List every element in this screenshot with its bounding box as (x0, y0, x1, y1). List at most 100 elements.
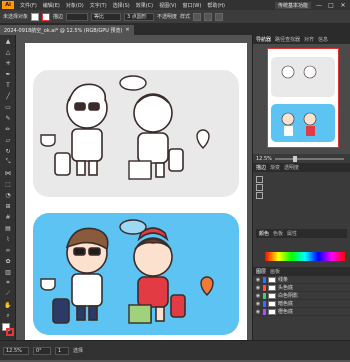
layer-row[interactable]: ◉ 头色底 (253, 284, 350, 292)
mesh-tool-icon[interactable]: # (2, 212, 14, 222)
layer-name[interactable]: 头色底 (278, 284, 293, 291)
preferences-icon[interactable] (204, 12, 213, 21)
stroke-weight-dropdown[interactable] (66, 12, 89, 21)
eraser-tool-icon[interactable]: ▱ (2, 135, 14, 145)
menu-edit[interactable]: 编辑(E) (40, 2, 63, 9)
layer-color-chip (263, 292, 266, 299)
visibility-eye-icon[interactable]: ◉ (255, 309, 261, 315)
slice-tool-icon[interactable]: ⟋ (2, 289, 14, 299)
navigator-preview (271, 57, 335, 142)
tab-navigator[interactable]: 导航器 (256, 36, 271, 43)
visibility-eye-icon[interactable]: ◉ (255, 301, 261, 307)
style-label[interactable]: 样式 (180, 13, 190, 20)
layer-name[interactable]: 白色阴影 (278, 292, 298, 299)
stroke-label: 描边 (53, 14, 64, 20)
layer-name[interactable]: 暗色底 (278, 300, 293, 307)
rotate-tool-icon[interactable]: ↻ (2, 146, 14, 156)
tab-align[interactable]: 对齐 (304, 36, 314, 43)
menu-view[interactable]: 视图(V) (156, 2, 179, 9)
status-page[interactable]: 1 (55, 346, 69, 355)
opacity-label[interactable]: 不透明度 (157, 13, 177, 20)
graph-tool-icon[interactable]: ▥ (2, 267, 14, 277)
artboard-tool-icon[interactable]: ⌗ (2, 278, 14, 288)
attr-checkbox[interactable] (256, 183, 263, 191)
pencil-tool-icon[interactable]: ✏ (2, 124, 14, 134)
brush-definition[interactable]: 3 点圆形 (124, 12, 155, 21)
rectangle-tool-icon[interactable]: ▭ (2, 102, 14, 112)
eyedropper-tool-icon[interactable]: ⌇ (2, 234, 14, 244)
tab-transparency[interactable]: 透明度 (284, 164, 299, 171)
canvas-area[interactable] (16, 35, 252, 340)
status-angle[interactable]: 0° (33, 346, 51, 355)
tab-pathfinder[interactable]: 路径查找器 (275, 36, 300, 43)
stroke-color-swatch[interactable] (6, 328, 14, 336)
close-document-button[interactable]: ✕ (125, 27, 129, 33)
tab-artboards[interactable]: 画板 (270, 268, 280, 275)
document-tab[interactable]: 2024-0918航空_ok.ai* @ 12.5% (RGB/GPU 预览) … (0, 25, 134, 35)
tab-stroke[interactable]: 描边 (256, 164, 266, 171)
perspective-grid-tool-icon[interactable]: ⊞ (2, 201, 14, 211)
maximize-button[interactable]: □ (327, 2, 335, 9)
attr-checkbox[interactable] (256, 191, 263, 199)
selection-tool-icon[interactable]: ▲ (2, 36, 14, 46)
tab-attributes[interactable]: 属性 (287, 230, 297, 237)
gradient-tool-icon[interactable]: ▤ (2, 223, 14, 233)
color-spectrum[interactable] (265, 252, 345, 261)
close-window-button[interactable]: ✕ (339, 2, 347, 9)
width-tool-icon[interactable]: ⋈ (2, 168, 14, 178)
layer-name[interactable]: 橙色底 (278, 308, 293, 315)
fill-stroke-swatches[interactable] (2, 323, 14, 339)
variable-width-profile[interactable]: 等比 (91, 12, 122, 21)
color-tabs: 颜色 色板 属性 (256, 229, 347, 238)
attr-checkbox[interactable] (256, 175, 263, 183)
navigator-thumbnail[interactable] (267, 48, 339, 148)
menu-effect[interactable]: 效果(C) (133, 2, 156, 9)
document-setup-icon[interactable] (193, 12, 202, 21)
tab-color[interactable]: 颜色 (259, 230, 269, 237)
zoom-tool-icon[interactable]: ⌕ (2, 311, 14, 321)
layer-row[interactable]: ◉ 白色阴影 (253, 292, 350, 300)
zoom-slider-knob[interactable] (292, 155, 297, 162)
control-bar: 未选择对象 描边 等比 3 点圆形 不透明度 样式 (0, 10, 350, 24)
line-tool-icon[interactable]: ╱ (2, 91, 14, 101)
type-tool-icon[interactable]: T (2, 80, 14, 90)
plane-color (119, 219, 147, 235)
scale-tool-icon[interactable]: ⤡ (2, 157, 14, 167)
layer-name[interactable]: 线条 (278, 276, 288, 283)
layer-row[interactable]: ◉ 线条 (253, 276, 350, 284)
pen-tool-icon[interactable]: ✒ (2, 69, 14, 79)
direct-selection-tool-icon[interactable]: △ (2, 47, 14, 57)
menu-type[interactable]: 文字(T) (87, 2, 110, 9)
tab-swatches[interactable]: 色板 (273, 230, 283, 237)
minimize-button[interactable]: — (315, 2, 323, 9)
tab-gradient[interactable]: 渐变 (270, 164, 280, 171)
stroke-swatch[interactable] (42, 12, 51, 21)
artboard[interactable] (25, 43, 247, 340)
paintbrush-tool-icon[interactable]: ✎ (2, 113, 14, 123)
menu-select[interactable]: 选择(S) (110, 2, 133, 9)
free-transform-tool-icon[interactable]: ⬚ (2, 179, 14, 189)
workspace-switcher[interactable]: 传统基本功能 (274, 1, 311, 9)
visibility-eye-icon[interactable]: ◉ (255, 285, 261, 291)
hand-tool-icon[interactable]: ✋ (2, 300, 14, 310)
layer-row[interactable]: ◉ 橙色底 (253, 308, 350, 316)
layer-row[interactable]: ◉ 暗色底 (253, 300, 350, 308)
magic-wand-tool-icon[interactable]: ✳ (2, 58, 14, 68)
symbol-sprayer-tool-icon[interactable]: ✿ (2, 256, 14, 266)
menu-file[interactable]: 文件(F) (17, 2, 40, 9)
blend-tool-icon[interactable]: ∞ (2, 245, 14, 255)
zoom-slider[interactable] (274, 155, 344, 162)
tab-info[interactable]: 信息 (318, 36, 328, 43)
shape-builder-tool-icon[interactable]: ◔ (2, 190, 14, 200)
arrange-icon[interactable] (215, 12, 224, 21)
visibility-eye-icon[interactable]: ◉ (255, 277, 261, 283)
fill-swatch[interactable] (31, 12, 40, 21)
tab-layers[interactable]: 图层 (256, 268, 266, 275)
status-zoom[interactable]: 12.5% (3, 346, 29, 355)
visibility-eye-icon[interactable]: ◉ (255, 293, 261, 299)
menu-window[interactable]: 窗口(W) (179, 2, 204, 9)
status-bar: 12.5% 0° 1 选择 (0, 340, 350, 360)
menu-object[interactable]: 对象(O) (63, 2, 87, 9)
menu-help[interactable]: 帮助(H) (204, 2, 228, 9)
zoom-value[interactable]: 12.5% (256, 156, 272, 162)
